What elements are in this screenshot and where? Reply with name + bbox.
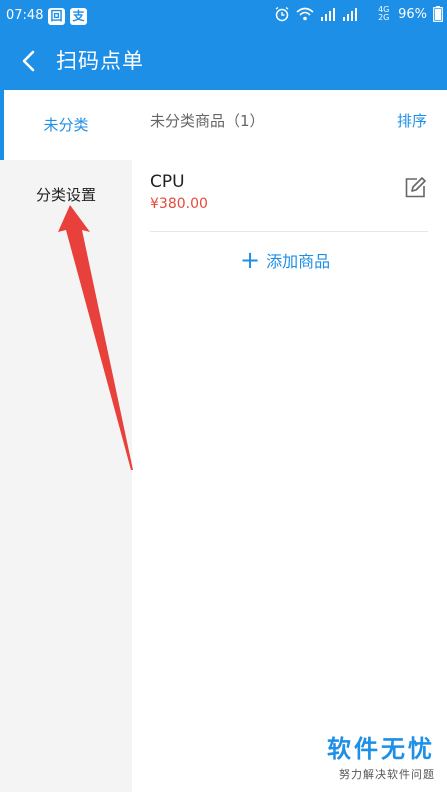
alipay-icon: 支 (70, 8, 87, 25)
product-list-panel: 未分类商品（1） 排序 CPU ¥380.00 + 添加商品 (132, 90, 447, 792)
section-title: 未分类商品（1） (150, 112, 265, 130)
status-bar: 07:48 回 支 4G 2G 96% (0, 0, 447, 32)
product-price: ¥380.00 (150, 196, 208, 212)
chevron-left-icon[interactable] (14, 46, 44, 76)
watermark-title: 软件无忧 (327, 735, 435, 763)
scan-app-icon: 回 (48, 8, 65, 25)
page-title: 扫码点单 (56, 49, 144, 73)
watermark-subtitle: 努力解决软件问题 (339, 768, 435, 781)
network-type: 4G 2G (378, 5, 390, 22)
signal-4g-icon (343, 8, 358, 21)
signal-icon (321, 8, 336, 21)
edit-icon[interactable] (403, 176, 427, 200)
alarm-icon (275, 6, 289, 22)
title-bar: 扫码点单 (0, 32, 447, 90)
sidebar-item-label: 分类设置 (35, 186, 96, 204)
sidebar-item-label: 未分类 (43, 116, 89, 134)
plus-icon: + (240, 246, 261, 274)
sort-button[interactable]: 排序 (397, 110, 427, 131)
wifi-icon (296, 7, 314, 21)
battery-level: 96% (398, 6, 427, 22)
watermark: 软件无忧 努力解决软件问题 (327, 729, 435, 782)
add-product-button[interactable]: + 添加商品 (240, 248, 330, 272)
sidebar-item-uncategorized[interactable]: 未分类 (0, 90, 132, 160)
product-name: CPU (150, 172, 185, 192)
battery-icon (433, 6, 443, 22)
divider (150, 231, 428, 232)
status-time: 07:48 (6, 8, 44, 23)
status-right-icons: 4G 2G 96% (274, 6, 443, 22)
add-product-label: 添加商品 (266, 252, 331, 271)
category-sidebar: 未分类 分类设置 (0, 90, 132, 792)
sidebar-item-category-settings[interactable]: 分类设置 (0, 160, 132, 230)
